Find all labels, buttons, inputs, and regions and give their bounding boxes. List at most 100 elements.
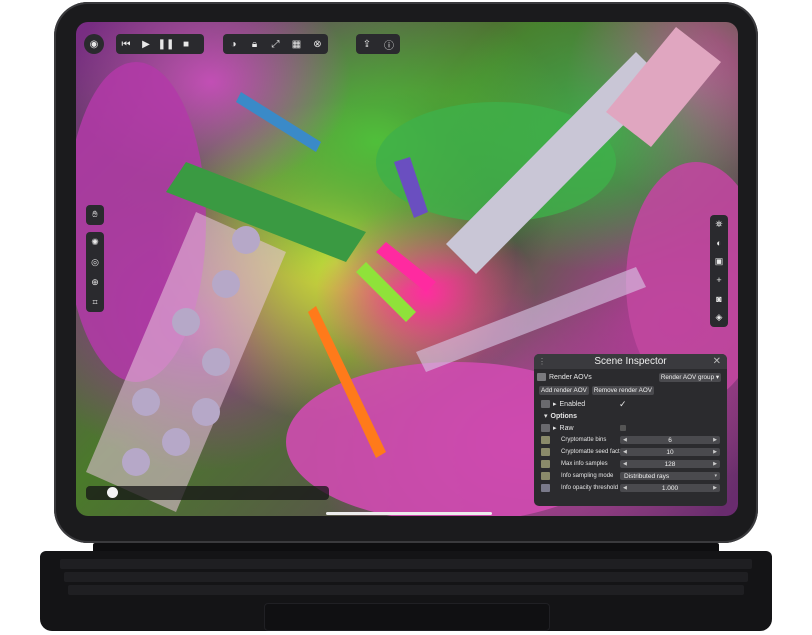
lock-icon[interactable]: 🔒︎ [245, 34, 265, 54]
scene-pearl [202, 348, 230, 376]
timeline-scrubber[interactable] [86, 486, 329, 500]
play-icon[interactable]: ▶ [136, 34, 156, 54]
param-row: Info sampling mode Distributed rays ▾ [534, 471, 727, 481]
scene-pearl [122, 448, 150, 476]
decrement-arrow-icon[interactable]: ◀ [623, 485, 627, 491]
scene-green-bar [166, 162, 366, 262]
left-tool-hand: ✋︎ [86, 205, 104, 225]
chevron-down-icon[interactable]: ▾ [714, 473, 717, 479]
scene-pink-glow [376, 242, 436, 292]
node-icon [537, 373, 546, 381]
crop-icon[interactable]: ⌗ [86, 293, 104, 312]
param-value: 128 [664, 460, 676, 468]
decrement-arrow-icon[interactable]: ◀ [623, 449, 627, 455]
close-icon[interactable]: ✕ [713, 356, 721, 367]
param-icon [541, 472, 550, 480]
scene-pink-bar [606, 27, 721, 147]
increment-arrow-icon[interactable]: ▶ [713, 437, 717, 443]
options-label: Options [550, 412, 577, 420]
scene-pearl [172, 308, 200, 336]
right-sidebar: ⛯ ◐ ▣ + ◙ ◈ [710, 215, 728, 327]
stop-icon[interactable]: ■ [176, 34, 196, 54]
aov-group-select[interactable]: Render AOV group ▾ [658, 372, 721, 382]
param-label: Max info samples [561, 461, 608, 467]
toolbar-group-view: ◑ 🔒︎ ⤢ ▦ ⊗ [223, 34, 328, 54]
param-icon [541, 436, 550, 444]
scene-lime-bar [356, 262, 416, 322]
add-icon[interactable]: + [710, 271, 728, 290]
scene-blue-bar [236, 92, 321, 152]
pin-icon [541, 400, 550, 408]
collapse-arrow-icon[interactable]: ▾ [544, 412, 548, 420]
home-indicator[interactable] [326, 512, 492, 515]
param-value: Distributed rays [624, 472, 670, 480]
cryptomatte-seed-factor-field[interactable]: ◀ 10 ▶ [620, 448, 720, 456]
inspector-header[interactable]: ⋮ Scene Inspector ✕ [534, 354, 727, 369]
toggle-icon[interactable]: ◑ [224, 34, 244, 54]
param-value: 10 [666, 448, 674, 456]
viewport[interactable]: ◉ ⏮ ▶ ❚❚ ■ ◑ 🔒︎ ⤢ ▦ ⊗ ⇪ ⓘ ✋︎ ✺ ◎ ⊕ ⌗ ⛯ ◐… [76, 22, 738, 516]
scene-glass-tube [86, 212, 286, 512]
aov-group-select-value: Render AOV group [660, 373, 715, 381]
timeline-knob[interactable] [107, 487, 118, 498]
hand-icon[interactable]: ✋︎ [86, 205, 104, 224]
scene-pearl [232, 226, 260, 254]
max-info-samples-field[interactable]: ◀ 128 ▶ [620, 460, 720, 468]
left-sidebar: ✺ ◎ ⊕ ⌗ [86, 232, 104, 312]
decrement-arrow-icon[interactable]: ◀ [623, 461, 627, 467]
param-row: Max info samples ◀ 128 ▶ [534, 459, 727, 469]
material-icon[interactable]: ◐ [710, 234, 728, 253]
aperture-icon[interactable]: ◎ [86, 253, 104, 272]
increment-arrow-icon[interactable]: ▶ [713, 461, 717, 467]
drag-handle-icon[interactable]: ⋮ [538, 357, 546, 366]
checker-icon[interactable]: ▦ [287, 34, 307, 54]
display-icon[interactable]: ▣ [710, 252, 728, 271]
focus-icon[interactable]: ⊕ [86, 273, 104, 292]
light-icon[interactable]: ⛯ [710, 215, 728, 234]
toolbar-group-playback: ⏮ ▶ ❚❚ ■ [116, 34, 204, 54]
key-row [60, 559, 752, 569]
node-name: Render AOVs [549, 373, 592, 381]
keyboard [40, 551, 772, 631]
key-row [64, 572, 748, 582]
raw-label: Raw [559, 424, 574, 432]
info-icon[interactable]: ⓘ [379, 34, 399, 54]
param-row: Cryptomatte bins ◀ 6 ▶ [534, 435, 727, 445]
layers-icon[interactable]: ◈ [710, 308, 728, 327]
node-row: Render AOVs Render AOV group ▾ [534, 372, 727, 382]
expand-arrow-icon[interactable]: ▸ [553, 400, 557, 408]
enabled-checkbox[interactable]: ✓ [619, 399, 627, 410]
expand-arrow-icon[interactable]: ▸ [553, 424, 557, 432]
scene-pearl [192, 398, 220, 426]
param-icon [541, 460, 550, 468]
export-icon[interactable]: ⇪ [357, 34, 377, 54]
raw-row: ▸ Raw [534, 423, 727, 433]
inspector-title: Scene Inspector [594, 356, 667, 367]
scene-pearl [212, 270, 240, 298]
decrement-arrow-icon[interactable]: ◀ [623, 437, 627, 443]
add-render-aov-button[interactable]: Add render AOV [539, 385, 589, 395]
raw-checkbox[interactable] [620, 425, 626, 431]
cryptomatte-bins-field[interactable]: ◀ 6 ▶ [620, 436, 720, 444]
info-opacity-threshold-field[interactable]: ◀ 1.000 ▶ [620, 484, 720, 492]
close-circle-icon[interactable]: ⊗ [308, 34, 328, 54]
scene-inspector-panel: ⋮ Scene Inspector ✕ Render AOVs Render A… [534, 354, 727, 506]
increment-arrow-icon[interactable]: ▶ [713, 485, 717, 491]
enabled-label: Enabled [559, 400, 586, 408]
param-row: Info opacity threshold ◀ 1.000 ▶ [534, 483, 727, 493]
options-row: ▾ Options [534, 411, 727, 421]
skip-back-icon[interactable]: ⏮ [116, 34, 136, 54]
key-row [68, 585, 744, 595]
expand-icon[interactable]: ⤢ [266, 34, 286, 54]
pause-icon[interactable]: ❚❚ [156, 34, 176, 54]
target-icon[interactable]: ◉ [84, 34, 104, 54]
camera-icon[interactable]: ◙ [710, 290, 728, 309]
trackpad[interactable] [264, 603, 550, 631]
scene-silver-bar [446, 52, 666, 274]
remove-render-aov-button[interactable]: Remove render AOV [591, 385, 654, 395]
info-sampling-mode-select[interactable]: Distributed rays ▾ [620, 472, 720, 480]
increment-arrow-icon[interactable]: ▶ [713, 449, 717, 455]
param-label: Cryptomatte seed factor [561, 449, 626, 455]
sun-icon[interactable]: ✺ [86, 233, 104, 252]
scene-pearl [132, 388, 160, 416]
